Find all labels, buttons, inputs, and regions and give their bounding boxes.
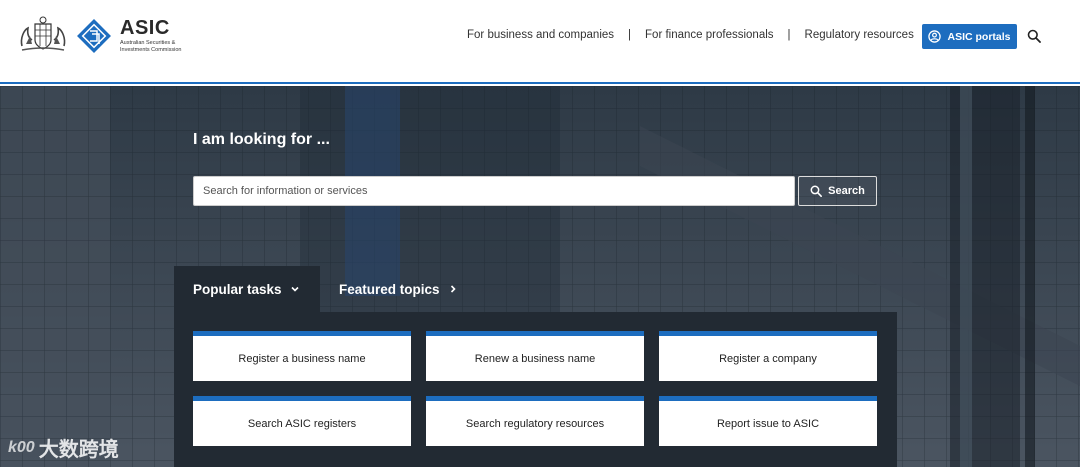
- coat-of-arms-icon: [20, 16, 66, 51]
- hero-banner: I am looking for ... Search Popular task…: [0, 86, 1080, 467]
- task-renew-business-name[interactable]: Renew a business name: [426, 331, 644, 381]
- tab-featured-label: Featured topics: [339, 281, 440, 297]
- task-label: Register a business name: [238, 352, 366, 365]
- chevron-down-icon: [290, 286, 299, 292]
- logo[interactable]: ASIC Australian Securities & Investments…: [120, 18, 190, 53]
- main-nav: For business and companies | For finance…: [467, 29, 914, 41]
- nav-separator: |: [787, 29, 791, 41]
- tab-popular-label: Popular tasks: [193, 281, 282, 297]
- watermark: k00 大数跨境: [8, 433, 119, 462]
- user-circle-icon: [928, 30, 942, 43]
- task-search-asic-registers[interactable]: Search ASIC registers: [193, 396, 411, 446]
- hero-title: I am looking for ...: [193, 131, 330, 148]
- task-label: Register a company: [719, 352, 817, 365]
- task-register-company[interactable]: Register a company: [659, 331, 877, 381]
- nav-separator: |: [628, 29, 632, 41]
- task-label: Renew a business name: [474, 352, 596, 365]
- tab-featured-topics[interactable]: Featured topics: [339, 266, 458, 312]
- search-icon: [810, 185, 823, 197]
- asic-logo-icon: [77, 19, 111, 53]
- task-label: Search ASIC registers: [247, 417, 357, 430]
- task-search-regulatory-resources[interactable]: Search regulatory resources: [426, 396, 644, 446]
- asic-portals-button[interactable]: ASIC portals: [922, 24, 1017, 49]
- logo-subtitle: Australian Securities & Investments Comm…: [120, 40, 182, 53]
- logo-title: ASIC: [120, 17, 170, 39]
- tab-popular-tasks[interactable]: Popular tasks: [174, 266, 320, 312]
- task-label: Report issue to ASIC: [716, 417, 820, 430]
- search-button-label: Search: [828, 185, 865, 197]
- popular-tasks-panel: Register a business name Renew a busines…: [174, 312, 897, 467]
- watermark-text: 大数跨境: [38, 439, 119, 461]
- asic-portals-label: ASIC portals: [947, 30, 1011, 43]
- search-button[interactable]: Search: [798, 176, 877, 206]
- search-icon[interactable]: [1027, 29, 1041, 43]
- nav-finance-professionals[interactable]: For finance professionals: [645, 29, 773, 41]
- chevron-right-icon: [450, 285, 456, 293]
- nav-regulatory-resources[interactable]: Regulatory resources: [805, 29, 914, 41]
- search-input[interactable]: [193, 176, 795, 206]
- nav-business-companies[interactable]: For business and companies: [467, 29, 614, 41]
- task-register-business-name[interactable]: Register a business name: [193, 331, 411, 381]
- task-report-issue[interactable]: Report issue to ASIC: [659, 396, 877, 446]
- watermark-mark: k00: [8, 438, 35, 456]
- site-header: ASIC Australian Securities & Investments…: [0, 0, 1080, 84]
- task-label: Search regulatory resources: [465, 417, 605, 430]
